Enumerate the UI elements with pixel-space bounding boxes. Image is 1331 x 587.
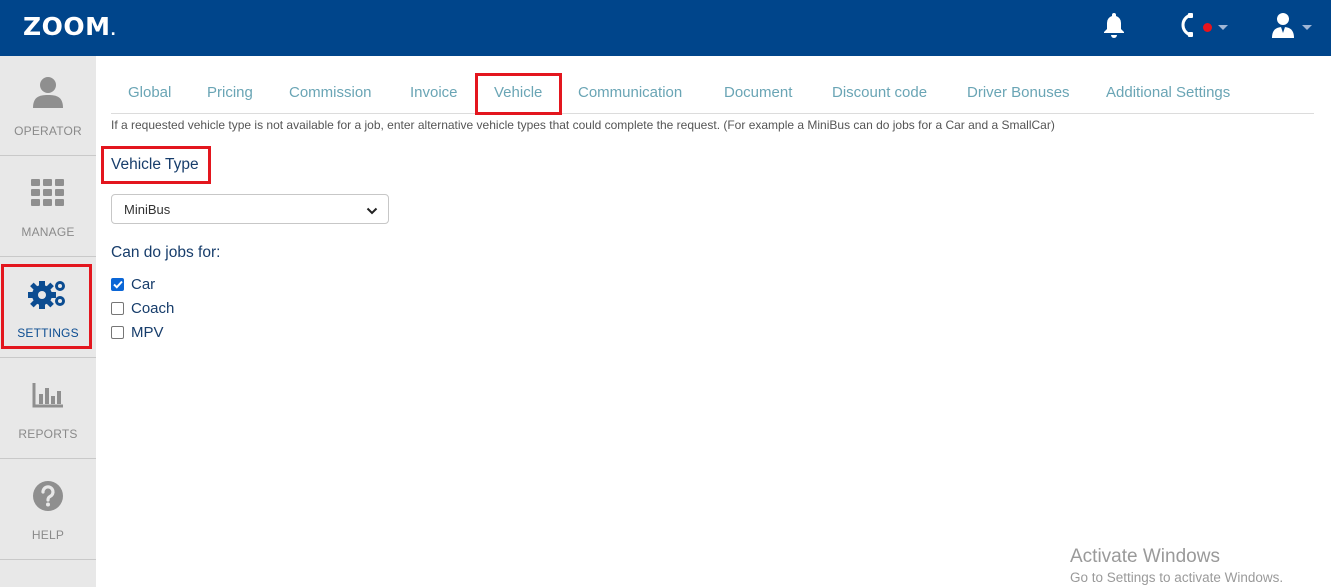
phone-status-button[interactable] bbox=[1180, 12, 1228, 42]
vehicle-type-select[interactable]: MiniBus bbox=[111, 194, 389, 224]
grid-icon bbox=[31, 175, 65, 211]
question-icon bbox=[32, 478, 64, 514]
windows-activation-watermark: Activate Windows Go to Settings to activ… bbox=[1070, 546, 1283, 585]
tab-vehicle[interactable]: Vehicle bbox=[494, 84, 542, 101]
status-dot bbox=[1203, 22, 1212, 32]
checkbox-label: MPV bbox=[131, 324, 164, 341]
sidebar-item-help[interactable]: HELP bbox=[0, 460, 96, 560]
user-menu-button[interactable] bbox=[1270, 12, 1312, 42]
tab-commission[interactable]: Commission bbox=[289, 84, 372, 101]
tab-invoice[interactable]: Invoice bbox=[410, 84, 458, 101]
tab-discount-code[interactable]: Discount code bbox=[832, 84, 927, 101]
app-logo[interactable]: ZOOM. bbox=[23, 12, 116, 41]
bell-icon bbox=[1101, 11, 1127, 44]
sidebar-item-manage[interactable]: MANAGE bbox=[0, 157, 96, 257]
sidebar-item-reports[interactable]: REPORTS bbox=[0, 359, 96, 459]
tab-document[interactable]: Document bbox=[724, 84, 792, 101]
chevron-down-icon bbox=[1302, 24, 1312, 30]
vehicle-type-label: Vehicle Type bbox=[111, 156, 199, 173]
user-icon bbox=[1270, 11, 1296, 44]
phone-icon bbox=[1180, 12, 1194, 43]
tab-pricing[interactable]: Pricing bbox=[207, 84, 253, 101]
checkbox[interactable] bbox=[111, 278, 124, 291]
gears-icon bbox=[28, 276, 68, 312]
checkbox-car[interactable]: Car bbox=[111, 276, 155, 293]
sidebar-item-label: SETTINGS bbox=[17, 326, 79, 340]
watermark-subtitle: Go to Settings to activate Windows. bbox=[1070, 570, 1284, 585]
bar-chart-icon bbox=[32, 377, 64, 413]
tab-additional-settings[interactable]: Additional Settings bbox=[1106, 84, 1230, 101]
info-text: If a requested vehicle type is not avail… bbox=[111, 118, 1055, 132]
sidebar: OPERATOR MANAGE SETTINGS REPORTS HELP bbox=[0, 56, 96, 587]
vehicle-type-value: MiniBus bbox=[124, 201, 171, 217]
can-do-jobs-label: Can do jobs for: bbox=[111, 244, 221, 261]
checkbox-label: Coach bbox=[131, 300, 175, 317]
sidebar-item-label: OPERATOR bbox=[14, 124, 82, 138]
person-icon bbox=[31, 74, 65, 110]
checkbox-label: Car bbox=[131, 276, 156, 293]
sidebar-item-operator[interactable]: OPERATOR bbox=[0, 56, 96, 156]
checkbox-mpv[interactable]: MPV bbox=[111, 324, 164, 341]
checkbox[interactable] bbox=[111, 302, 124, 315]
sidebar-item-settings[interactable]: SETTINGS bbox=[0, 258, 96, 358]
checkbox[interactable] bbox=[111, 326, 124, 339]
settings-tabs: Global Pricing Commission Invoice Vehicl… bbox=[111, 72, 1314, 114]
chevron-down-icon bbox=[1218, 24, 1228, 30]
tab-communication[interactable]: Communication bbox=[578, 84, 682, 101]
watermark-title: Activate Windows bbox=[1070, 546, 1220, 567]
sidebar-item-label: HELP bbox=[31, 528, 65, 542]
sidebar-item-label: MANAGE bbox=[21, 225, 75, 239]
tab-driver-bonuses[interactable]: Driver Bonuses bbox=[967, 84, 1070, 101]
checkbox-coach[interactable]: Coach bbox=[111, 300, 174, 317]
top-bar: ZOOM. bbox=[0, 0, 1331, 56]
tab-global[interactable]: Global bbox=[128, 84, 171, 101]
sidebar-item-label: REPORTS bbox=[18, 427, 78, 441]
chevron-down-icon bbox=[366, 204, 378, 219]
notifications-button[interactable] bbox=[1101, 12, 1127, 42]
